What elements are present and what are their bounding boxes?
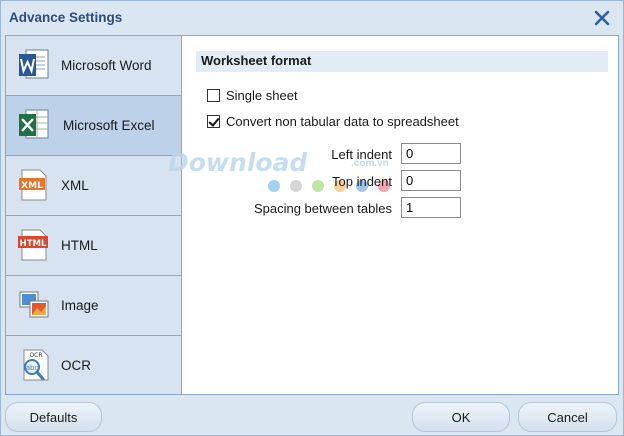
- ocr-icon: OCR abc: [18, 348, 50, 382]
- convert-non-tabular-checkbox[interactable]: Convert non tabular data to spreadsheet: [207, 114, 459, 129]
- title-bar: Advance Settings: [1, 1, 623, 35]
- single-sheet-checkbox[interactable]: Single sheet: [207, 88, 298, 103]
- checkbox-label: Single sheet: [226, 88, 298, 103]
- dialog-title: Advance Settings: [9, 10, 123, 25]
- svg-text:XML: XML: [21, 181, 43, 191]
- sidebar-item-label: Microsoft Excel: [63, 118, 155, 133]
- top-indent-label: Top indent: [332, 174, 392, 189]
- format-sidebar: Microsoft Word Microsoft Excel XML XML H…: [5, 35, 182, 395]
- sidebar-item-label: HTML: [61, 238, 98, 253]
- word-icon: [18, 48, 50, 82]
- sidebar-item-label: Image: [61, 298, 99, 313]
- ok-button[interactable]: OK: [412, 402, 510, 432]
- xml-icon: XML: [18, 168, 50, 202]
- sidebar-item-label: Microsoft Word: [61, 58, 152, 73]
- excel-icon: [18, 108, 50, 142]
- advance-settings-dialog: Advance Settings Microsoft Word Microsof…: [0, 0, 624, 436]
- spacing-between-tables-input[interactable]: [401, 197, 461, 218]
- checkbox-box[interactable]: [207, 115, 220, 128]
- settings-panel: Worksheet format Single sheet Convert no…: [168, 35, 619, 395]
- spacing-between-tables-label: Spacing between tables: [253, 201, 392, 216]
- sidebar-item-microsoft-word[interactable]: Microsoft Word: [6, 36, 181, 96]
- section-header: Worksheet format: [196, 51, 608, 72]
- checkbox-label: Convert non tabular data to spreadsheet: [226, 114, 459, 129]
- sidebar-item-label: XML: [61, 178, 89, 193]
- html-icon: HTML: [18, 228, 50, 262]
- sidebar-item-label: OCR: [61, 358, 91, 373]
- image-icon: [18, 288, 50, 322]
- svg-text:HTML: HTML: [20, 239, 47, 249]
- left-indent-label: Left indent: [331, 147, 392, 162]
- sidebar-item-ocr[interactable]: OCR abc OCR: [6, 336, 181, 396]
- sidebar-item-xml[interactable]: XML XML: [6, 156, 181, 216]
- top-indent-input[interactable]: [401, 170, 461, 191]
- sidebar-item-image[interactable]: Image: [6, 276, 181, 336]
- checkbox-box[interactable]: [207, 89, 220, 102]
- section-title: Worksheet format: [201, 53, 312, 68]
- sidebar-item-html[interactable]: HTML HTML: [6, 216, 181, 276]
- defaults-button[interactable]: Defaults: [5, 402, 102, 432]
- sidebar-item-microsoft-excel[interactable]: Microsoft Excel: [6, 96, 181, 156]
- cancel-button[interactable]: Cancel: [518, 402, 617, 432]
- svg-text:OCR: OCR: [29, 352, 42, 359]
- left-indent-input[interactable]: [401, 143, 461, 164]
- close-icon[interactable]: [591, 7, 613, 29]
